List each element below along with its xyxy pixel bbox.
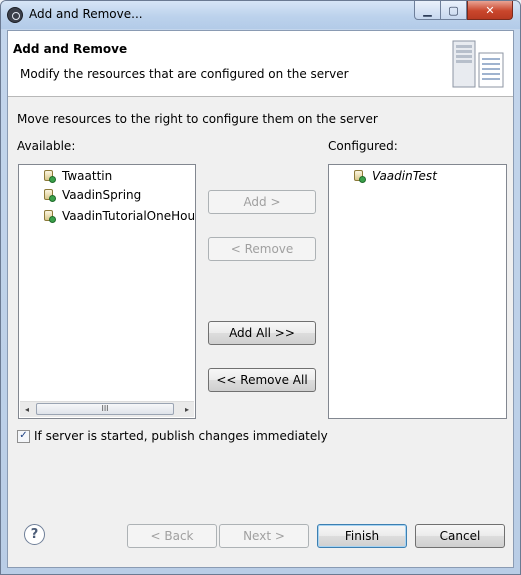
- scroll-thumb[interactable]: III: [36, 403, 174, 415]
- header-title: Add and Remove: [13, 42, 128, 56]
- back-button[interactable]: < Back: [127, 524, 217, 548]
- available-label: Available:: [17, 139, 76, 153]
- list-item[interactable]: VaadinSpring: [43, 186, 141, 204]
- instruction-text: Move resources to the right to configure…: [17, 112, 378, 126]
- add-all-button[interactable]: Add All >>: [208, 321, 316, 345]
- list-item-label: VaadinTest: [372, 169, 437, 183]
- finish-button[interactable]: Finish: [317, 524, 407, 548]
- scroll-right-icon[interactable]: ▸: [182, 405, 192, 415]
- title-bar[interactable]: Add and Remove... ▁ ▢ ✕: [1, 1, 520, 29]
- dialog-window: Add and Remove... ▁ ▢ ✕ Add and Remove M…: [0, 0, 521, 575]
- maximize-button[interactable]: ▢: [440, 1, 467, 20]
- available-list[interactable]: Twaattin VaadinSpring VaadinTutorialOneH…: [18, 164, 196, 419]
- publish-checkbox-label: If server is started, publish changes im…: [34, 429, 328, 443]
- web-module-icon: [43, 209, 56, 223]
- web-module-icon: [43, 169, 56, 183]
- dialog-content: Add and Remove Modify the resources that…: [7, 30, 514, 568]
- publish-checkbox[interactable]: ✓: [17, 429, 30, 443]
- list-item-label: VaadinSpring: [62, 188, 142, 202]
- remove-button[interactable]: < Remove: [208, 237, 316, 261]
- cancel-button[interactable]: Cancel: [415, 524, 505, 548]
- list-item-label: VaadinTutorialOneHour: [62, 209, 196, 223]
- configured-label: Configured:: [328, 139, 398, 153]
- scroll-left-icon[interactable]: ◂: [22, 405, 32, 415]
- list-item-label: Twaattin: [62, 169, 113, 183]
- remove-all-button[interactable]: << Remove All: [208, 368, 316, 392]
- close-button[interactable]: ✕: [467, 1, 513, 20]
- list-item[interactable]: VaadinTutorialOneHour: [43, 207, 196, 225]
- eclipse-icon: [7, 7, 23, 23]
- server-icon: [452, 40, 504, 88]
- web-module-icon: [43, 188, 56, 202]
- horizontal-scrollbar[interactable]: ◂ III ▸: [20, 401, 194, 417]
- list-item[interactable]: VaadinTest: [353, 167, 437, 185]
- next-button[interactable]: Next >: [219, 524, 309, 548]
- wizard-header: Add and Remove Modify the resources that…: [8, 31, 513, 97]
- help-icon[interactable]: ?: [24, 524, 45, 545]
- web-module-icon: [353, 169, 366, 183]
- list-item[interactable]: Twaattin: [43, 167, 112, 185]
- publish-option[interactable]: ✓ If server is started, publish changes …: [17, 429, 328, 443]
- window-title: Add and Remove...: [29, 7, 143, 21]
- add-button[interactable]: Add >: [208, 190, 316, 214]
- minimize-button[interactable]: ▁: [414, 1, 441, 20]
- header-description: Modify the resources that are configured…: [20, 67, 349, 81]
- configured-list[interactable]: VaadinTest: [328, 164, 507, 419]
